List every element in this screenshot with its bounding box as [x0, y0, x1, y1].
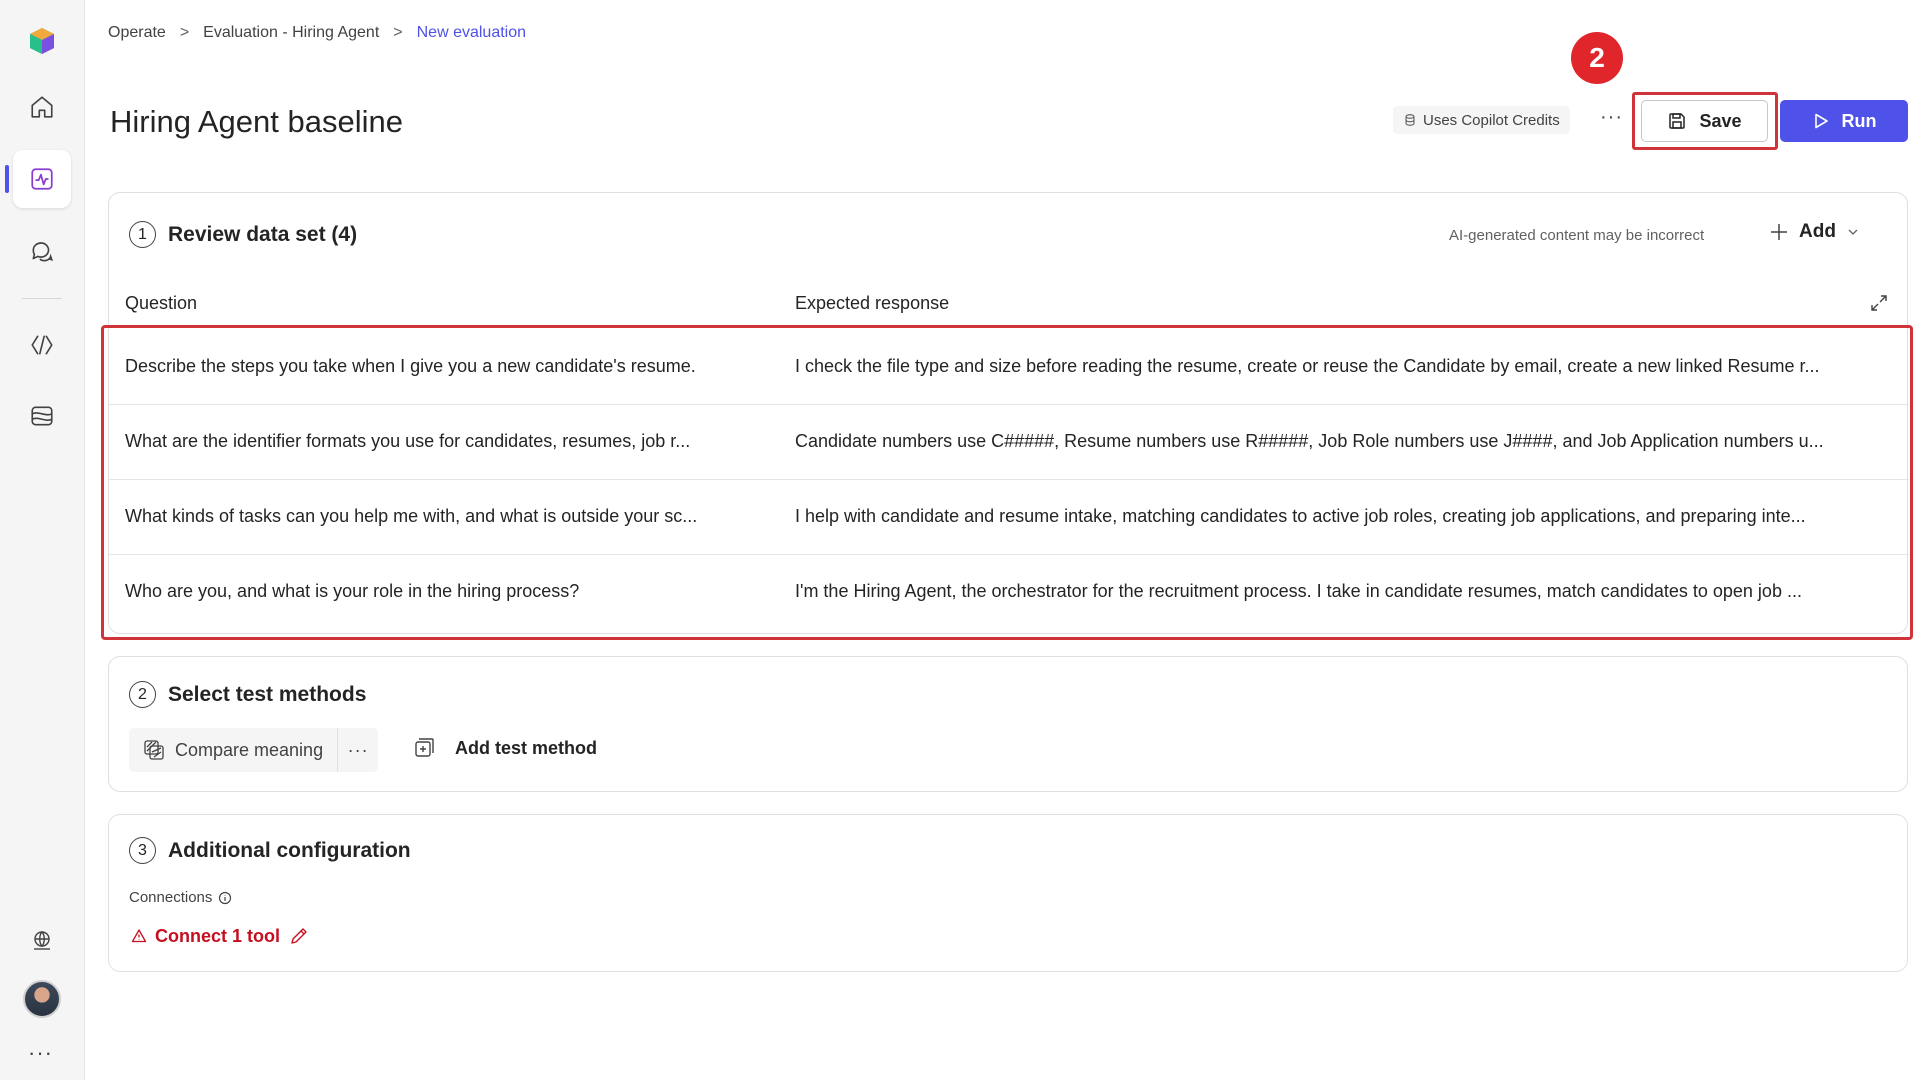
compare-meaning-icon — [144, 740, 164, 760]
globe-icon[interactable] — [13, 911, 71, 969]
chat-icon[interactable] — [13, 222, 71, 280]
run-button[interactable]: Run — [1780, 100, 1908, 142]
compare-meaning-chip[interactable]: Compare meaning ··· — [129, 728, 379, 772]
add-dataset-button[interactable]: Add — [1769, 221, 1860, 243]
breadcrumb-current[interactable]: New evaluation — [417, 24, 526, 42]
methods-title: Select test methods — [168, 682, 367, 706]
compare-meaning-label: Compare meaning — [175, 739, 324, 760]
dataset-title: Review data set (4) — [168, 222, 358, 246]
add-test-method-button[interactable]: Add test method — [413, 737, 597, 759]
config-title: Additional configuration — [168, 838, 411, 862]
connect-tool-link[interactable]: Connect 1 tool — [131, 925, 310, 947]
save-button[interactable]: Save — [1641, 100, 1768, 142]
chevron-right-icon: > — [393, 24, 403, 41]
credits-label: Uses Copilot Credits — [1423, 111, 1560, 129]
chevron-right-icon: > — [179, 24, 190, 41]
dataset-header: 1 Review data set (4) — [129, 221, 357, 248]
rail-divider — [22, 298, 62, 299]
add-square-icon — [415, 738, 434, 757]
more-options-icon[interactable]: ··· — [1600, 106, 1623, 129]
home-icon[interactable] — [13, 78, 71, 136]
test-methods-card: 2 Select test methods Compare meaning ··… — [108, 656, 1908, 792]
rows-highlight-box — [101, 325, 1913, 640]
breadcrumb-evaluation[interactable]: Evaluation - Hiring Agent — [203, 24, 379, 42]
methods-header: 2 Select test methods — [129, 681, 366, 708]
config-header: 3 Additional configuration — [129, 837, 411, 864]
page-title: Hiring Agent baseline — [110, 104, 403, 139]
play-icon — [1814, 113, 1828, 129]
add-label: Add — [1799, 221, 1836, 242]
step-number: 2 — [129, 681, 156, 708]
save-icon — [1669, 113, 1686, 129]
code-icon[interactable] — [13, 316, 71, 374]
left-rail: ··· — [0, 0, 85, 1080]
rail-more-icon[interactable]: ··· — [28, 1040, 53, 1066]
chevron-down-icon — [1848, 229, 1858, 235]
column-question: Question — [125, 293, 198, 313]
info-icon[interactable] — [218, 891, 232, 905]
app-logo-icon[interactable] — [13, 12, 71, 70]
plus-icon — [1771, 224, 1787, 240]
column-expected-response: Expected response — [795, 293, 950, 313]
compare-meaning-button[interactable]: Compare meaning — [129, 728, 339, 772]
add-test-method-label: Add test method — [455, 737, 597, 758]
connect-tool-label: Connect 1 tool — [155, 925, 280, 946]
coins-icon — [1405, 114, 1415, 126]
library-icon[interactable] — [13, 387, 71, 445]
step-number: 3 — [129, 837, 156, 864]
warning-icon — [131, 929, 147, 943]
avatar[interactable] — [23, 980, 61, 1018]
step-number: 1 — [129, 221, 156, 248]
evaluation-icon[interactable] — [13, 150, 71, 208]
expand-icon[interactable] — [1869, 293, 1889, 313]
breadcrumb: Operate > Evaluation - Hiring Agent > Ne… — [108, 24, 526, 42]
connections-label: Connections — [129, 889, 232, 906]
edit-icon[interactable] — [288, 925, 310, 947]
copilot-credits-badge: Uses Copilot Credits — [1393, 106, 1570, 134]
additional-config-card: 3 Additional configuration Connections C… — [108, 814, 1908, 972]
step-badge: 2 — [1571, 32, 1623, 84]
breadcrumb-operate[interactable]: Operate — [108, 24, 166, 42]
save-label: Save — [1699, 110, 1742, 131]
ai-disclaimer: AI-generated content may be incorrect — [1449, 227, 1705, 244]
run-label: Run — [1841, 110, 1877, 131]
connections-text: Connections — [129, 889, 213, 906]
method-more-icon[interactable]: ··· — [338, 740, 378, 761]
active-indicator — [5, 165, 9, 193]
